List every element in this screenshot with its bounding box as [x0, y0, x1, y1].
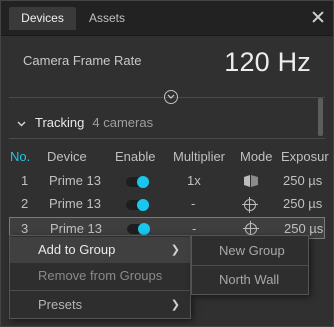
- enable-toggle[interactable]: [126, 176, 149, 188]
- menu-item-label: Remove from Groups: [38, 268, 163, 283]
- tracking-camera-count: 4 cameras: [92, 115, 154, 130]
- add-to-group-submenu: New Group North Wall: [191, 235, 309, 295]
- scrollbar[interactable]: [318, 98, 323, 136]
- row-multiplier[interactable]: -: [191, 196, 195, 211]
- row-exposure[interactable]: 250 µs: [284, 221, 323, 236]
- row-exposure[interactable]: 250 µs: [283, 173, 322, 188]
- chevron-down-icon: [17, 115, 29, 130]
- row-number: 3: [21, 221, 29, 236]
- camera-frame-rate-label: Camera Frame Rate: [23, 53, 142, 68]
- devices-panel: Devices Assets Camera Frame Rate 120 Hz …: [0, 0, 334, 327]
- enable-toggle[interactable]: [126, 199, 149, 211]
- row-device: Prime 13: [49, 173, 102, 188]
- submenu-item-north-wall[interactable]: North Wall: [192, 267, 308, 293]
- crosshair-mode-icon[interactable]: [243, 221, 259, 237]
- table-row[interactable]: 2 Prime 13 - 250 µs: [1, 193, 333, 215]
- row-device: Prime 13: [50, 221, 103, 236]
- tracking-section-header[interactable]: Tracking 4 cameras: [17, 115, 153, 130]
- row-number: 2: [21, 196, 29, 211]
- context-menu: Add to Group ❯ Remove from Groups Preset…: [9, 235, 191, 319]
- row-multiplier[interactable]: -: [192, 221, 196, 236]
- submenu-item-label: New Group: [219, 243, 285, 258]
- camera-mode-icon[interactable]: [244, 175, 258, 187]
- header-exposure[interactable]: Exposur: [281, 149, 329, 164]
- expand-circle-icon[interactable]: [164, 90, 178, 104]
- row-multiplier[interactable]: 1x: [187, 173, 201, 188]
- row-exposure[interactable]: 250 µs: [283, 196, 322, 211]
- header-device[interactable]: Device: [47, 149, 87, 164]
- header-no[interactable]: No.: [10, 149, 30, 164]
- header-enable[interactable]: Enable: [115, 149, 155, 164]
- chevron-right-icon: ❯: [170, 244, 180, 256]
- divider: [9, 138, 325, 139]
- table-row[interactable]: 1 Prime 13 1x 250 µs: [1, 170, 333, 192]
- enable-toggle[interactable]: [127, 223, 150, 235]
- menu-item-add-to-group[interactable]: Add to Group ❯: [10, 237, 190, 263]
- menu-item-remove-from-groups[interactable]: Remove from Groups: [10, 263, 190, 289]
- row-number: 1: [21, 173, 29, 188]
- tab-bar: Devices Assets: [1, 1, 333, 36]
- camera-frame-rate-value[interactable]: 120 Hz: [224, 47, 311, 78]
- submenu-item-new-group[interactable]: New Group: [192, 238, 308, 264]
- header-mode[interactable]: Mode: [240, 149, 273, 164]
- menu-item-presets[interactable]: Presets ❯: [10, 292, 190, 318]
- tab-assets[interactable]: Assets: [84, 7, 130, 30]
- chevron-right-icon: ❯: [170, 299, 180, 311]
- table-header: No. Device Enable Multiplier Mode Exposu…: [1, 149, 333, 167]
- submenu-item-label: North Wall: [219, 272, 280, 287]
- menu-item-label: Presets: [38, 297, 83, 312]
- tab-devices[interactable]: Devices: [9, 7, 76, 30]
- crosshair-mode-icon[interactable]: [242, 197, 258, 213]
- row-device: Prime 13: [49, 196, 102, 211]
- header-multiplier[interactable]: Multiplier: [173, 149, 225, 164]
- tracking-title: Tracking: [35, 115, 85, 130]
- menu-separator: [192, 265, 308, 266]
- menu-separator: [10, 290, 190, 291]
- close-icon[interactable]: [311, 10, 325, 24]
- menu-item-label: Add to Group: [38, 242, 116, 257]
